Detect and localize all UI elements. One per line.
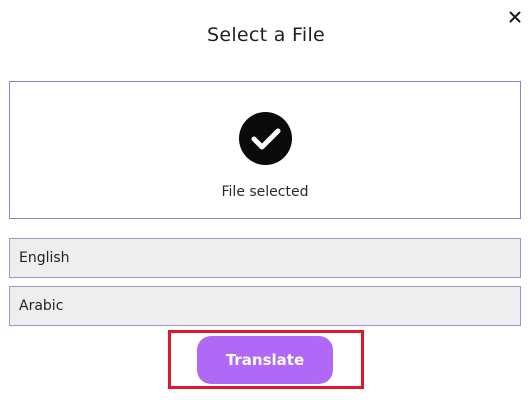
translate-button[interactable]: Translate <box>197 336 333 384</box>
file-select-dialog: Select a File File selected English Arab… <box>0 0 532 400</box>
file-status-text: File selected <box>221 184 309 200</box>
check-circle-icon <box>239 112 292 165</box>
dialog-title: Select a File <box>206 24 326 46</box>
target-language-select[interactable]: Arabic <box>9 286 521 326</box>
source-language-select[interactable]: English <box>9 238 521 278</box>
close-icon <box>509 11 521 23</box>
file-dropzone[interactable]: File selected <box>9 81 521 219</box>
